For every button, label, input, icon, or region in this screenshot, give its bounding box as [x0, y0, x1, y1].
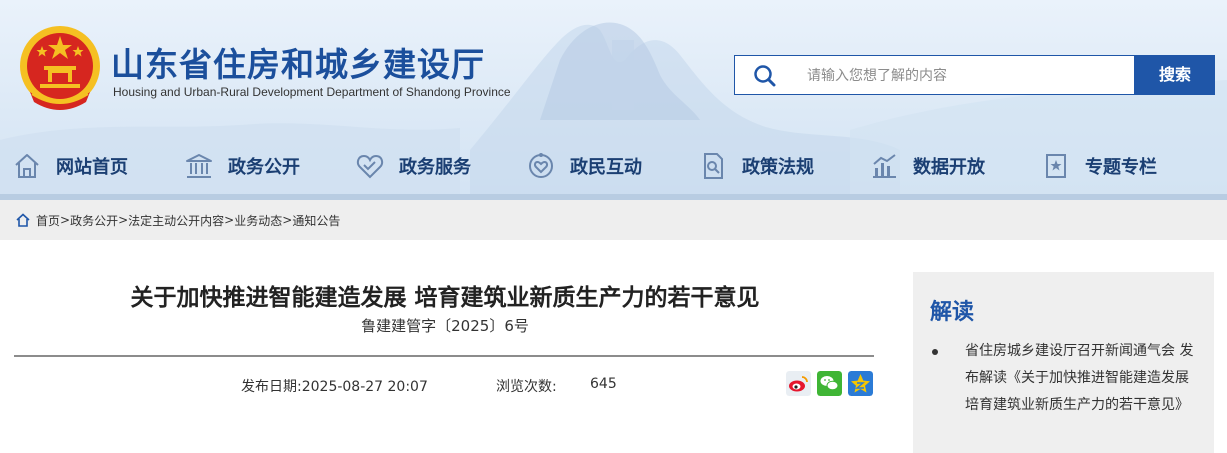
- nav-item-gov-services[interactable]: 政务服务: [355, 143, 471, 189]
- breadcrumb-item-statutory[interactable]: 法定主动公开内容: [128, 212, 224, 229]
- list-bullet: [932, 349, 938, 355]
- handshake-heart-icon: [356, 154, 384, 179]
- breadcrumb-item-home[interactable]: 首页: [36, 212, 60, 229]
- document-number: 鲁建建管字〔2025〕6号: [361, 317, 529, 335]
- nav-label: 政民互动: [570, 157, 642, 178]
- weibo-icon[interactable]: [786, 371, 811, 396]
- document-icon: [704, 153, 723, 179]
- people-heart-icon: [529, 153, 553, 178]
- breadcrumb-item-notices[interactable]: 通知公告: [292, 212, 340, 229]
- national-emblem-icon: [20, 26, 100, 110]
- panel-title: 解读: [930, 300, 975, 325]
- breadcrumb-item-business[interactable]: 业务动态: [234, 212, 282, 229]
- nav-label: 政务服务: [399, 157, 471, 178]
- nav-item-open-data[interactable]: 数据开放: [869, 143, 985, 189]
- topic-icon: [1046, 154, 1066, 178]
- search-button[interactable]: 搜索: [1135, 55, 1215, 95]
- nav-item-topics[interactable]: 专题专栏: [1041, 143, 1157, 189]
- main-nav: 网站首页 政务公开 政务服务 政民互动 政策法规 数据开放 专题专栏: [0, 143, 1227, 189]
- site-title: 山东省住房和城乡建设厅: [111, 45, 485, 84]
- search-box: [734, 55, 1135, 95]
- site-header: 山东省住房和城乡建设厅 Housing and Urban-Rural Deve…: [0, 0, 1227, 207]
- article: 关于加快推进智能建造发展 培育建筑业新质生产力的若干意见 鲁建建管字〔2025〕…: [14, 240, 876, 453]
- qzone-icon[interactable]: [848, 371, 873, 396]
- building-icon: [186, 154, 212, 178]
- chart-icon: [873, 154, 896, 178]
- interpretation-panel: 解读 省住房城乡建设厅召开新闻通气会 发布解读《关于加快推进智能建造发展 培育建…: [913, 272, 1214, 453]
- publish-date: 发布日期:2025-08-27 20:07: [241, 379, 428, 395]
- breadcrumb-separator: >: [60, 213, 71, 227]
- breadcrumb-separator: >: [118, 213, 129, 227]
- nav-label: 政务公开: [228, 157, 300, 178]
- nav-item-home[interactable]: 网站首页: [12, 143, 128, 189]
- search-icon[interactable]: [753, 64, 777, 88]
- nav-label: 政策法规: [742, 157, 814, 178]
- nav-item-gov-affairs[interactable]: 政务公开: [184, 143, 300, 189]
- breadcrumb: 首页 > 政务公开 > 法定主动公开内容 > 业务动态 > 通知公告: [0, 200, 1227, 240]
- nav-label: 数据开放: [913, 157, 985, 178]
- nav-item-policies[interactable]: 政策法规: [698, 143, 814, 189]
- wechat-icon[interactable]: [817, 371, 842, 396]
- interpretation-link[interactable]: 省住房城乡建设厅召开新闻通气会 发布解读《关于加快推进智能建造发展 培育建筑业新…: [965, 338, 1202, 419]
- views-label: 浏览次数:: [496, 379, 557, 395]
- breadcrumb-separator: >: [282, 213, 293, 227]
- search-input[interactable]: [807, 64, 1127, 88]
- views-count: 645: [590, 376, 617, 392]
- breadcrumb-item-gov-affairs[interactable]: 政务公开: [70, 212, 118, 229]
- breadcrumb-separator: >: [224, 213, 235, 227]
- home-icon: [16, 213, 30, 227]
- nav-item-interaction[interactable]: 政民互动: [526, 143, 642, 189]
- home-icon: [15, 154, 39, 178]
- site-subtitle: Housing and Urban-Rural Development Depa…: [113, 85, 511, 99]
- nav-label: 专题专栏: [1085, 157, 1157, 178]
- nav-label: 网站首页: [56, 157, 128, 178]
- divider: [14, 355, 874, 357]
- article-title: 关于加快推进智能建造发展 培育建筑业新质生产力的若干意见: [130, 285, 760, 311]
